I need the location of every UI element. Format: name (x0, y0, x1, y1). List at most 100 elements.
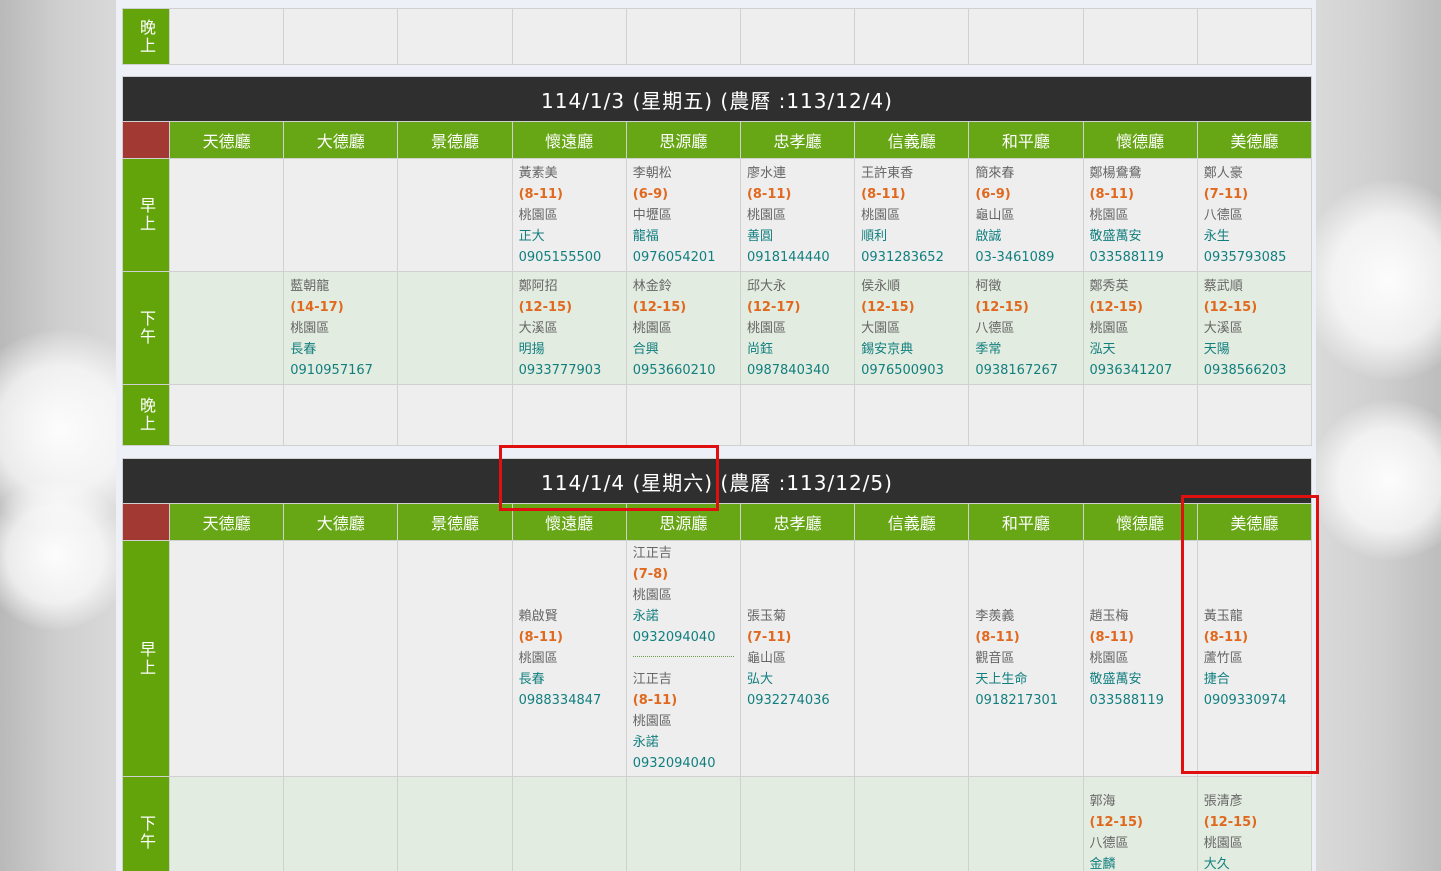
booking-temple[interactable]: 永生 (1204, 226, 1305, 247)
booking-time: (12-17) (746, 299, 801, 315)
booking-time: (8-11) (746, 186, 792, 202)
booking-name: 鄭楊鴦鴦 (1089, 165, 1142, 181)
schedule-cell (168, 271, 285, 385)
booking-name: 江正吉 (632, 546, 672, 561)
schedule-cell (397, 384, 513, 446)
booking-temple[interactable]: 龍福 (633, 226, 734, 247)
day-title: 114/1/3 (星期五) (農曆 :113/12/4) (122, 76, 1312, 122)
evening-row: 晚上 (122, 384, 1312, 446)
booking-temple[interactable]: 長春 (519, 669, 620, 690)
booking-district: 八德區 (975, 320, 1015, 336)
schedule-cell: 鄭秀英 (12-15) 桃園區 泓天 0936341207 (1082, 271, 1198, 385)
schedule-cell (739, 8, 856, 65)
booking-phone[interactable]: 0910957167 (290, 360, 391, 381)
booking-temple[interactable]: 順利 (861, 226, 962, 247)
booking-phone[interactable]: 033588119 (1090, 247, 1191, 268)
booking-temple[interactable]: 正大 (519, 226, 620, 247)
schedule-cell (283, 776, 399, 871)
schedule-cell (739, 384, 856, 446)
booking-phone[interactable]: 0933777903 (519, 360, 620, 381)
booking-phone[interactable]: 0932274036 (747, 690, 848, 711)
schedule-cell: 李羨義 (8-11) 觀音區 天上生命 0918217301 (968, 540, 1084, 777)
prev-day-evening-row: 晚上 (122, 8, 1312, 65)
booking-name: 江正吉 (632, 672, 672, 687)
booking-temple[interactable]: 長春 (290, 339, 391, 360)
schedule-cell (168, 384, 285, 446)
slot-label-morning: 早上 (122, 540, 170, 777)
booking-name: 黃素美 (518, 165, 558, 181)
booking-entry: 李朝松 (6-9) 中壢區 龍福 0976054201 (633, 161, 734, 270)
schedule-cell: 李朝松 (6-9) 中壢區 龍福 0976054201 (625, 158, 741, 272)
booking-entry: 張玉菊 (7-11) 龜山區 弘大 0932274036 (747, 604, 848, 713)
booking-time: (12-15) (1089, 815, 1143, 830)
schedule-cell: 江正吉 (7-8) 桃園區 永諾 0932094040 江正吉 (8-11) 桃園區 永諾 093… (625, 540, 741, 777)
booking-phone[interactable]: 0936341207 (1090, 360, 1191, 381)
booking-district: 桃園區 (518, 651, 558, 666)
booking-temple[interactable]: 泓天 (1090, 339, 1191, 360)
schedule-cell (397, 776, 513, 871)
schedule-cell (397, 271, 513, 385)
booking-phone[interactable]: 0938167267 (975, 360, 1076, 381)
booking-phone[interactable]: 03-3461089 (975, 247, 1076, 268)
booking-entry: 廖水連 (8-11) 桃園區 善圓 0918144440 (747, 161, 848, 270)
schedule-cell: 鄭人豪 (7-11) 八德區 永生 0935793085 (1196, 158, 1312, 272)
schedule-cell: 鄭阿招 (12-15) 大溪區 明揚 0933777903 (511, 271, 627, 385)
booking-district: 桃園區 (1203, 836, 1243, 851)
highlight-box-date (499, 445, 719, 511)
hall-header: 天德廳 (168, 503, 285, 541)
booking-temple[interactable]: 敬盛萬安 (1090, 226, 1191, 247)
booking-phone[interactable]: 0988334847 (519, 690, 620, 711)
booking-time: (8-11) (518, 630, 563, 645)
booking-district: 桃園區 (518, 207, 558, 223)
booking-temple[interactable]: 啟誠 (975, 226, 1076, 247)
booking-temple[interactable]: 錫安京典 (861, 339, 962, 360)
booking-phone[interactable]: 0918144440 (747, 247, 848, 268)
booking-temple[interactable]: 天上生命 (975, 669, 1076, 690)
schedule-cell (854, 540, 970, 777)
booking-temple[interactable]: 明揚 (519, 339, 620, 360)
booking-phone[interactable]: 0931283652 (861, 247, 962, 268)
schedule-cell (854, 8, 970, 65)
hall-header: 忠孝廳 (739, 503, 856, 541)
booking-temple[interactable]: 永諾 (633, 606, 734, 627)
booking-phone[interactable]: 0953660210 (633, 360, 734, 381)
header-corner (122, 503, 170, 541)
booking-temple[interactable]: 善圓 (747, 226, 848, 247)
booking-temple[interactable]: 敬盛萬安 (1090, 669, 1191, 690)
booking-entry: 鄭阿招 (12-15) 大溪區 明揚 0933777903 (519, 274, 620, 383)
afternoon-row: 下午 郭海 (12-15) 八德區 金麟 張清彥 (12-15) 桃園區 大久 (122, 776, 1312, 871)
booking-phone[interactable]: 0932094040 (633, 627, 734, 648)
morning-row: 早上 黃素美 (8-11) 桃園區 正大 0905155500 李朝松 (6-9) 中壢區 龍福… (122, 158, 1312, 272)
booking-phone[interactable]: 0938566203 (1204, 360, 1305, 381)
booking-temple[interactable]: 大久 (1204, 854, 1305, 871)
booking-entry: 黃素美 (8-11) 桃園區 正大 0905155500 (519, 161, 620, 270)
hall-header: 美德廳 (1196, 121, 1312, 159)
booking-phone[interactable]: 0918217301 (975, 690, 1076, 711)
slot-label-afternoon: 下午 (122, 776, 170, 871)
booking-temple[interactable]: 天陽 (1204, 339, 1305, 360)
schedule-cell (625, 8, 741, 65)
booking-temple[interactable]: 季常 (975, 339, 1076, 360)
booking-phone[interactable]: 033588119 (1090, 690, 1191, 711)
booking-phone[interactable]: 0976500903 (861, 360, 962, 381)
booking-entry: 邱大永 (12-17) 桃園區 尚鈺 0987840340 (747, 274, 848, 383)
booking-entry: 林金鈴 (12-15) 桃園區 合興 0953660210 (633, 274, 734, 383)
booking-phone[interactable]: 0932094040 (633, 753, 734, 774)
booking-temple[interactable]: 尚鈺 (747, 339, 848, 360)
booking-phone[interactable]: 0976054201 (633, 247, 734, 268)
booking-temple[interactable]: 永諾 (633, 732, 734, 753)
booking-phone[interactable]: 0987840340 (747, 360, 848, 381)
booking-temple[interactable]: 弘大 (747, 669, 848, 690)
hall-header: 信義廳 (854, 121, 970, 159)
booking-temple[interactable]: 金麟 (1090, 854, 1191, 871)
booking-name: 柯徵 (975, 278, 1002, 294)
hall-header: 景德廳 (397, 121, 513, 159)
booking-temple[interactable]: 合興 (633, 339, 734, 360)
day-schedule-table: 114/1/3 (星期五) (農曆 :113/12/4) 天德廳 大德廳 景德廳… (122, 76, 1312, 446)
booking-time: (7-8) (632, 567, 669, 582)
booking-phone[interactable]: 0905155500 (519, 247, 620, 268)
booking-phone[interactable]: 0935793085 (1204, 247, 1305, 268)
booking-entry: 侯永順 (12-15) 大園區 錫安京典 0976500903 (861, 274, 962, 383)
booking-name: 蔡武順 (1203, 278, 1243, 294)
booking-district: 中壢區 (632, 207, 672, 223)
